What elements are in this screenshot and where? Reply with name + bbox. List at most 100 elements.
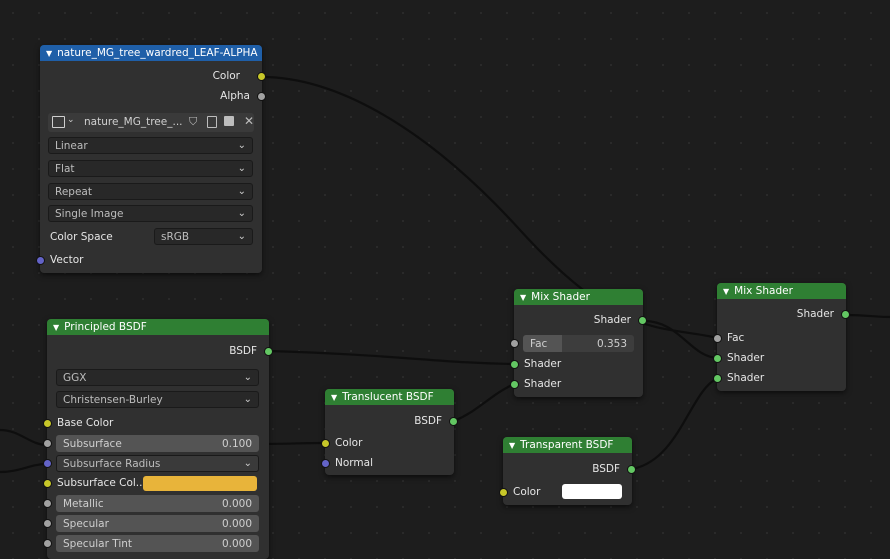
alpha-output-socket[interactable] <box>257 92 266 101</box>
color-space-dropdown[interactable]: sRGB ⌄ <box>154 228 253 245</box>
shader1-input-socket[interactable] <box>510 360 519 369</box>
subsurface-method-dropdown[interactable]: Christensen-Burley ⌄ <box>56 391 259 408</box>
color-input-socket[interactable] <box>321 439 330 448</box>
mix-shader-node-2[interactable]: ▼ Mix Shader Shader Fac Shader Shader <box>713 283 850 391</box>
subsurface-socket[interactable] <box>43 439 52 448</box>
field-value: 0.000 <box>221 537 252 550</box>
copy-icon[interactable] <box>207 116 217 128</box>
subsurface-field[interactable]: Subsurface 0.100 <box>56 435 259 452</box>
dropdown-value: Subsurface Radius <box>63 457 161 470</box>
fac-socket[interactable] <box>713 334 722 343</box>
shader1-input: Shader <box>727 349 764 367</box>
field-value: 0.100 <box>221 437 252 450</box>
input-label: Shader <box>524 358 562 370</box>
collapse-icon[interactable]: ▼ <box>331 393 337 402</box>
subsurface-color-socket[interactable] <box>43 479 52 488</box>
chevron-down-icon[interactable]: ⌄ <box>67 115 75 125</box>
output-color: Color <box>213 67 240 85</box>
close-icon[interactable]: ✕ <box>244 114 254 128</box>
link-principled-to-mix1 <box>268 349 515 366</box>
shader2-input-socket[interactable] <box>713 374 722 383</box>
mix-shader-header[interactable]: ▼ Mix Shader <box>717 283 846 299</box>
field-value: 0.000 <box>221 517 252 530</box>
color-output-socket[interactable] <box>257 72 266 81</box>
mix-shader-header[interactable]: ▼ Mix Shader <box>514 289 643 305</box>
collapse-icon[interactable]: ▼ <box>509 441 515 450</box>
fac-socket[interactable] <box>510 339 519 348</box>
bsdf-output-socket[interactable] <box>264 347 273 356</box>
translucent-header[interactable]: ▼ Translucent BSDF <box>325 389 454 405</box>
normal-input-socket[interactable] <box>321 459 330 468</box>
subsurface-radius-dropdown[interactable]: Subsurface Radius ⌄ <box>56 455 259 472</box>
shader-output-socket[interactable] <box>638 316 647 325</box>
shader-output-socket[interactable] <box>841 310 850 319</box>
image-name[interactable]: nature_MG_tree_... <box>84 116 183 128</box>
input-label: Subsurface Col... <box>57 477 146 489</box>
link-offscreen-to-subsurface <box>0 428 48 447</box>
metallic-field[interactable]: Metallic 0.000 <box>56 495 259 512</box>
image-selector[interactable]: ⌄ nature_MG_tree_... ⛉ ✕ <box>48 113 254 132</box>
vector-input: Vector <box>50 251 83 269</box>
collapse-icon[interactable]: ▼ <box>520 293 526 302</box>
output-label: Shader <box>593 314 631 326</box>
mix-shader-node-1[interactable]: ▼ Mix Shader Shader Fac 0.353 Shader Sha… <box>510 289 647 397</box>
image-texture-header[interactable]: ▼ nature_MG_tree_wardred_LEAF-ALPHA <box>40 45 262 61</box>
chevron-down-icon: ⌄ <box>237 140 246 151</box>
vector-input-socket[interactable] <box>36 256 45 265</box>
image-icon[interactable] <box>52 116 65 128</box>
color-input-socket[interactable] <box>499 488 508 497</box>
field-value: 0.353 <box>596 337 627 350</box>
base-color-input: Base Color <box>57 414 113 432</box>
bsdf-output: BSDF <box>592 460 620 478</box>
input-label: Normal <box>335 457 373 469</box>
subsurface-color-input: Subsurface Col... <box>57 474 146 492</box>
extension-dropdown[interactable]: Repeat ⌄ <box>48 183 253 200</box>
subsurface-color-swatch[interactable] <box>143 476 257 491</box>
collapse-icon[interactable]: ▼ <box>46 49 52 58</box>
source-dropdown[interactable]: Single Image ⌄ <box>48 205 253 222</box>
base-color-socket[interactable] <box>43 419 52 428</box>
field-label: Fac <box>530 337 548 350</box>
interpolation-dropdown[interactable]: Linear ⌄ <box>48 137 253 154</box>
subsurface-radius-socket[interactable] <box>43 459 52 468</box>
shader1-input-socket[interactable] <box>713 354 722 363</box>
dropdown-value: sRGB <box>161 230 190 243</box>
collapse-icon[interactable]: ▼ <box>53 323 59 332</box>
bsdf-output-socket[interactable] <box>449 417 458 426</box>
specular-tint-socket[interactable] <box>43 539 52 548</box>
output-label: BSDF <box>414 415 442 427</box>
node-title: Transparent BSDF <box>520 439 614 451</box>
translucent-bsdf-node[interactable]: ▼ Translucent BSDF BSDF Color Normal <box>321 389 458 475</box>
output-label: BSDF <box>229 345 257 357</box>
transparent-bsdf-node[interactable]: ▼ Transparent BSDF BSDF Color <box>499 437 636 505</box>
projection-dropdown[interactable]: Flat ⌄ <box>48 160 253 177</box>
shader2-input: Shader <box>727 369 764 387</box>
transparent-color-swatch[interactable] <box>562 484 622 499</box>
metallic-socket[interactable] <box>43 499 52 508</box>
specular-tint-field[interactable]: Specular Tint 0.000 <box>56 535 259 552</box>
input-label: Shader <box>524 378 562 390</box>
shield-icon[interactable]: ⛉ <box>189 115 197 129</box>
image-texture-node[interactable]: ▼ nature_MG_tree_wardred_LEAF-ALPHA Colo… <box>36 45 266 273</box>
distribution-dropdown[interactable]: GGX ⌄ <box>56 369 259 386</box>
node-title: nature_MG_tree_wardred_LEAF-ALPHA <box>57 47 258 59</box>
link-offscreen-to-radius <box>0 462 48 474</box>
fac-field[interactable]: Fac 0.353 <box>523 335 634 352</box>
dropdown-value: Linear <box>55 139 88 152</box>
specular-socket[interactable] <box>43 519 52 528</box>
collapse-icon[interactable]: ▼ <box>723 287 729 296</box>
specular-field[interactable]: Specular 0.000 <box>56 515 259 532</box>
shader2-input-socket[interactable] <box>510 380 519 389</box>
principled-header[interactable]: ▼ Principled BSDF <box>47 319 269 335</box>
transparent-header[interactable]: ▼ Transparent BSDF <box>503 437 632 453</box>
output-label: Alpha <box>220 90 250 102</box>
principled-bsdf-node[interactable]: ▼ Principled BSDF BSDF GGX ⌄ Christensen-… <box>43 319 273 559</box>
stack-icon[interactable] <box>224 116 234 126</box>
bsdf-output-socket[interactable] <box>627 465 636 474</box>
output-label: Shader <box>796 308 834 320</box>
input-label: Shader <box>727 352 765 364</box>
shader2-input: Shader <box>524 375 561 393</box>
dropdown-value: Single Image <box>55 207 124 220</box>
input-label: Color <box>335 437 363 449</box>
link-subsurface-to-translucent <box>259 441 325 446</box>
